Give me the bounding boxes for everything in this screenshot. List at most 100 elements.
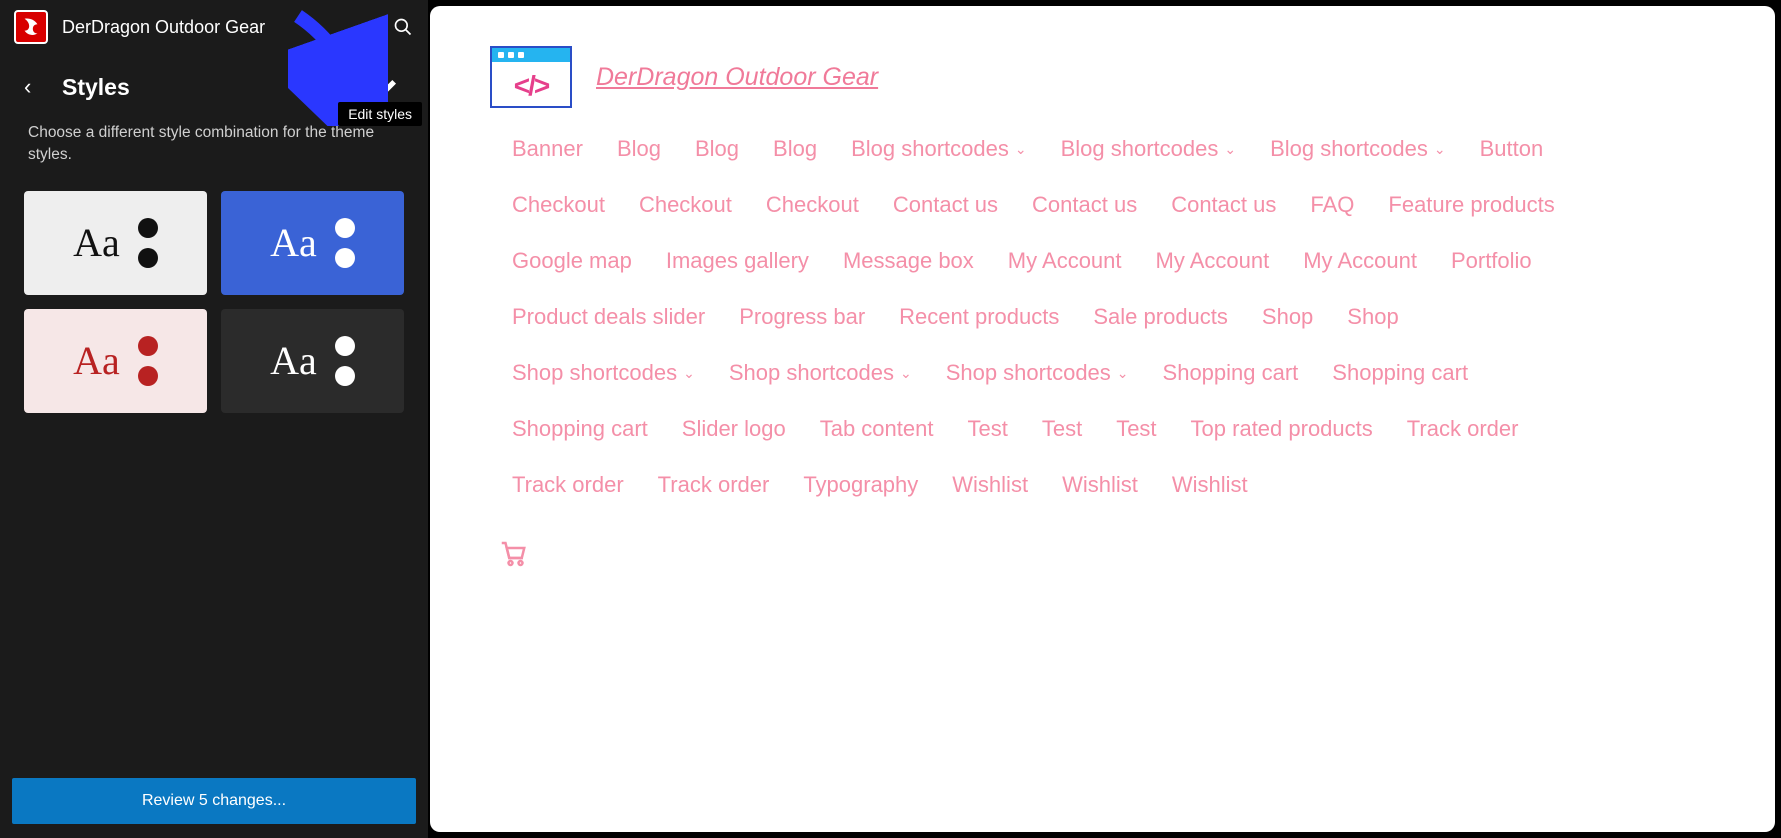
nav-link-label: Track order: [512, 472, 624, 498]
nav-link[interactable]: Blog: [617, 136, 661, 162]
nav-link[interactable]: Shopping cart: [512, 416, 648, 442]
nav-link[interactable]: Checkout: [639, 192, 732, 218]
cart-icon[interactable]: [498, 555, 528, 572]
nav-link-label: Blog shortcodes: [1270, 136, 1428, 162]
nav-link-label: Blog: [773, 136, 817, 162]
nav-link-label: Slider logo: [682, 416, 786, 442]
nav-link[interactable]: Wishlist: [1172, 472, 1248, 498]
nav-link-label: Banner: [512, 136, 583, 162]
nav-link[interactable]: Banner: [512, 136, 583, 162]
search-icon[interactable]: [392, 16, 414, 38]
nav-link-label: Top rated products: [1191, 416, 1373, 442]
eye-icon[interactable]: [336, 72, 366, 102]
nav-link[interactable]: Contact us: [893, 192, 998, 218]
nav-link[interactable]: Shopping cart: [1163, 360, 1299, 386]
nav-link[interactable]: Shop: [1347, 304, 1398, 330]
nav-link[interactable]: Test: [967, 416, 1007, 442]
review-changes-button[interactable]: Review 5 changes...: [12, 778, 416, 824]
swatch-palette-icon: [138, 336, 158, 386]
swatch-palette-icon: [335, 218, 355, 268]
nav-link[interactable]: Wishlist: [1062, 472, 1138, 498]
nav-link[interactable]: My Account: [1008, 248, 1122, 274]
nav-link-label: Typography: [803, 472, 918, 498]
nav-link-label: Google map: [512, 248, 632, 274]
style-swatch-blue[interactable]: Aa: [221, 191, 404, 295]
nav-link[interactable]: My Account: [1156, 248, 1270, 274]
nav-link-label: Recent products: [899, 304, 1059, 330]
nav-link[interactable]: Google map: [512, 248, 632, 274]
nav-link-label: Checkout: [766, 192, 859, 218]
nav-link-label: Message box: [843, 248, 974, 274]
style-swatch-grid: Aa Aa Aa Aa: [0, 191, 428, 413]
nav-link[interactable]: Track order: [512, 472, 624, 498]
nav-link-label: My Account: [1008, 248, 1122, 274]
nav-link-label: FAQ: [1310, 192, 1354, 218]
nav-link-label: My Account: [1156, 248, 1270, 274]
style-swatch-dark[interactable]: Aa: [221, 309, 404, 413]
nav-link[interactable]: My Account: [1303, 248, 1417, 274]
nav-link-label: Shop: [1262, 304, 1313, 330]
nav-link-label: Contact us: [1032, 192, 1137, 218]
nav-link[interactable]: Contact us: [1171, 192, 1276, 218]
brand-logo-icon[interactable]: </>: [490, 46, 572, 108]
nav-link-label: Button: [1480, 136, 1544, 162]
swatch-sample-text: Aa: [73, 219, 120, 266]
nav-link-label: Track order: [1407, 416, 1519, 442]
nav-link[interactable]: Blog: [773, 136, 817, 162]
nav-link[interactable]: Recent products: [899, 304, 1059, 330]
nav-link[interactable]: Blog shortcodes⌄: [1061, 136, 1237, 162]
nav-link[interactable]: Shop shortcodes⌄: [729, 360, 912, 386]
nav-link[interactable]: Blog shortcodes⌄: [1270, 136, 1446, 162]
nav-link[interactable]: Shop: [1262, 304, 1313, 330]
nav-link[interactable]: Blog shortcodes⌄: [851, 136, 1027, 162]
nav-link-label: Blog: [695, 136, 739, 162]
nav-link[interactable]: Product deals slider: [512, 304, 705, 330]
nav-link[interactable]: Top rated products: [1191, 416, 1373, 442]
nav-link[interactable]: Typography: [803, 472, 918, 498]
nav-link[interactable]: Checkout: [512, 192, 605, 218]
nav-link-label: Shop shortcodes: [729, 360, 894, 386]
nav-link[interactable]: Shop shortcodes⌄: [946, 360, 1129, 386]
editor-sidebar: DerDragon Outdoor Gear ‹ Styles Edit sty…: [0, 0, 428, 838]
nav-link[interactable]: Track order: [658, 472, 770, 498]
nav-link[interactable]: Message box: [843, 248, 974, 274]
chevron-down-icon: ⌄: [683, 365, 695, 382]
nav-link-label: Blog: [617, 136, 661, 162]
nav-link[interactable]: Shop shortcodes⌄: [512, 360, 695, 386]
edit-styles-tooltip: Edit styles: [338, 102, 422, 126]
nav-link-label: Contact us: [1171, 192, 1276, 218]
styles-heading: Styles: [62, 74, 328, 101]
brand-name-link[interactable]: DerDragon Outdoor Gear: [596, 63, 878, 92]
nav-link-label: Shop: [1347, 304, 1398, 330]
site-emblem-icon[interactable]: [14, 10, 48, 44]
nav-link[interactable]: Tab content: [820, 416, 934, 442]
nav-link-label: Test: [1116, 416, 1156, 442]
nav-link[interactable]: Images gallery: [666, 248, 809, 274]
nav-link[interactable]: Slider logo: [682, 416, 786, 442]
nav-link[interactable]: Wishlist: [952, 472, 1028, 498]
nav-link-label: Portfolio: [1451, 248, 1532, 274]
pencil-icon[interactable]: [374, 72, 404, 102]
style-swatch-pink[interactable]: Aa: [24, 309, 207, 413]
nav-link[interactable]: Test: [1042, 416, 1082, 442]
nav-link[interactable]: Progress bar: [739, 304, 865, 330]
nav-link[interactable]: Track order: [1407, 416, 1519, 442]
nav-link[interactable]: Shopping cart: [1332, 360, 1468, 386]
nav-link-label: Shop shortcodes: [946, 360, 1111, 386]
nav-link-label: Shopping cart: [512, 416, 648, 442]
nav-link[interactable]: Button: [1480, 136, 1544, 162]
nav-link-label: Wishlist: [1172, 472, 1248, 498]
nav-link[interactable]: Contact us: [1032, 192, 1137, 218]
nav-link[interactable]: Portfolio: [1451, 248, 1532, 274]
nav-link[interactable]: Test: [1116, 416, 1156, 442]
nav-link[interactable]: Sale products: [1093, 304, 1228, 330]
nav-link[interactable]: Feature products: [1388, 192, 1554, 218]
site-title[interactable]: DerDragon Outdoor Gear: [62, 17, 378, 38]
nav-link[interactable]: Blog: [695, 136, 739, 162]
site-preview: </> DerDragon Outdoor Gear Banner Blog Blo…: [430, 6, 1775, 832]
back-icon[interactable]: ‹: [24, 74, 48, 100]
nav-link-label: Progress bar: [739, 304, 865, 330]
style-swatch-light[interactable]: Aa: [24, 191, 207, 295]
nav-link[interactable]: Checkout: [766, 192, 859, 218]
nav-link[interactable]: FAQ: [1310, 192, 1354, 218]
